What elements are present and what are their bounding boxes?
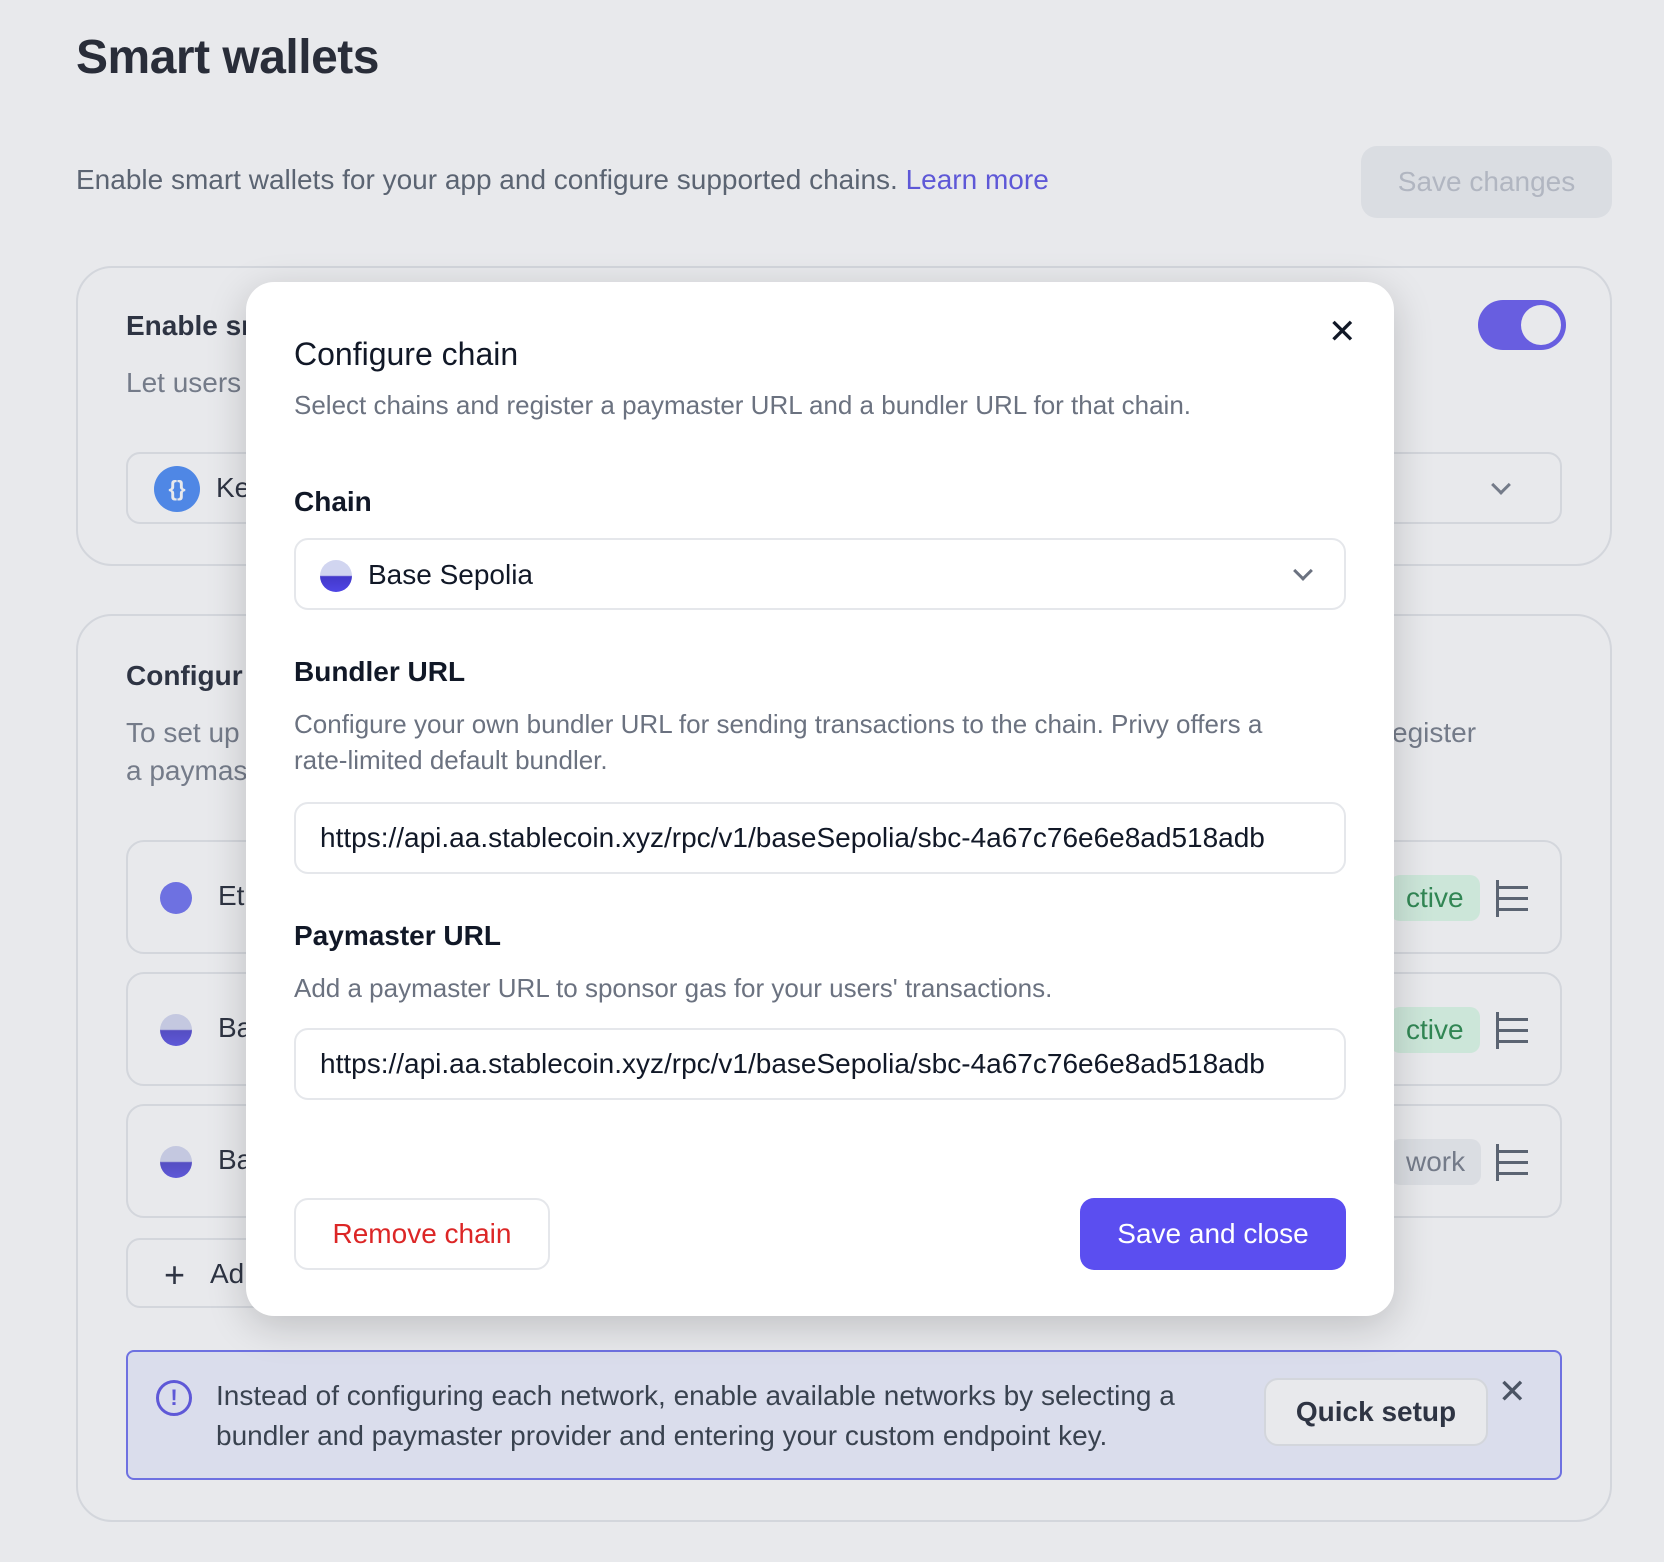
chain-select[interactable]: Base Sepolia bbox=[294, 538, 1346, 610]
close-icon[interactable]: ✕ bbox=[1328, 312, 1357, 352]
chain-label: Chain bbox=[294, 486, 372, 517]
paymaster-url-label: Paymaster URL bbox=[294, 920, 501, 951]
configure-chain-modal: ✕ Configure chain Select chains and regi… bbox=[246, 282, 1394, 1316]
remove-chain-button[interactable]: Remove chain bbox=[294, 1198, 550, 1270]
bundler-url-label: Bundler URL bbox=[294, 656, 466, 687]
save-and-close-button[interactable]: Save and close bbox=[1080, 1198, 1346, 1270]
base-icon bbox=[320, 560, 352, 592]
paymaster-url-input[interactable] bbox=[294, 1028, 1346, 1100]
chevron-down-icon bbox=[1293, 561, 1313, 581]
chain-select-value: Base Sepolia bbox=[368, 559, 534, 590]
paymaster-url-help: Add a paymaster URL to sponsor gas for y… bbox=[294, 973, 1053, 1003]
modal-title: Configure chain bbox=[294, 336, 519, 372]
bundler-url-help: Configure your own bundler URL for sendi… bbox=[294, 709, 1263, 775]
bundler-url-input[interactable] bbox=[294, 802, 1346, 874]
modal-subtitle: Select chains and register a paymaster U… bbox=[294, 390, 1191, 420]
